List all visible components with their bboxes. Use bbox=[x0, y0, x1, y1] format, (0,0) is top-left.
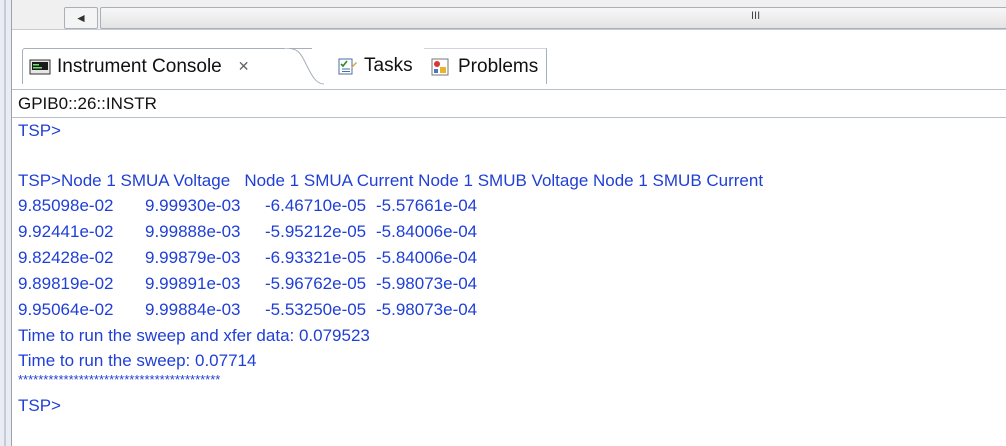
tab-tasks[interactable]: Tasks bbox=[330, 48, 413, 84]
cell-smua-voltage: 9.95064e-02 bbox=[18, 300, 114, 319]
scroll-thumb[interactable]: III bbox=[100, 7, 1006, 29]
cell-smua-current: 9.99879e-03 bbox=[145, 248, 241, 267]
console-icon bbox=[29, 59, 51, 74]
cell-smua-current: 9.99884e-03 bbox=[145, 300, 241, 319]
data-row: 9.85098e-02 9.99930e-03 -6.46710e-05 -5.… bbox=[18, 193, 1006, 219]
console-output[interactable]: TSP> TSP>Node 1 SMUA Voltage Node 1 SMUA… bbox=[12, 118, 1006, 446]
instrument-address: GPIB0::26::INSTR bbox=[12, 90, 1006, 118]
cell-smua-current: 9.99930e-03 bbox=[145, 196, 241, 215]
tab-edge bbox=[284, 48, 324, 85]
cell-smub-voltage: -5.95212e-05 bbox=[265, 222, 367, 241]
cell-smua-current: 9.99891e-03 bbox=[145, 274, 241, 293]
cell-smub-current: -5.98073e-04 bbox=[376, 274, 478, 293]
cell-smua-voltage: 9.92441e-02 bbox=[18, 222, 114, 241]
cell-smub-current: -5.98073e-04 bbox=[376, 300, 478, 319]
scroll-left-button[interactable]: ◄ bbox=[64, 7, 98, 29]
header-line: TSP>Node 1 SMUA Voltage Node 1 SMUA Curr… bbox=[18, 171, 764, 190]
tab-instrument-console[interactable]: Instrument Console ✕ bbox=[22, 48, 312, 84]
tab-tasks-label: Tasks bbox=[364, 55, 413, 76]
cell-smua-voltage: 9.85098e-02 bbox=[18, 196, 114, 215]
cell-smua-voltage: 9.82428e-02 bbox=[18, 248, 114, 267]
cell-smub-voltage: -6.46710e-05 bbox=[265, 196, 367, 215]
time-sweep-line: Time to run the sweep: 0.07714 bbox=[18, 351, 257, 370]
cell-smub-current: -5.84006e-04 bbox=[376, 222, 478, 241]
tab-problems[interactable]: Problems bbox=[424, 48, 548, 84]
cell-smub-voltage: -5.96762e-05 bbox=[265, 274, 367, 293]
problems-icon bbox=[431, 58, 449, 75]
separator-line: **************************************** bbox=[18, 372, 221, 387]
data-row: 9.95064e-02 9.99884e-03 -5.53250e-05 -5.… bbox=[18, 297, 1006, 323]
cell-smua-current: 9.99888e-03 bbox=[145, 222, 241, 241]
tab-instrument-console-label: Instrument Console bbox=[57, 55, 222, 77]
horizontal-scrollbar[interactable]: ◄ III bbox=[12, 0, 1006, 30]
cell-smub-voltage: -5.53250e-05 bbox=[265, 300, 367, 319]
window-left-frame bbox=[0, 0, 12, 446]
prompt-line: TSP> bbox=[18, 396, 61, 415]
time-xfer-line: Time to run the sweep and xfer data: 0.0… bbox=[18, 326, 370, 345]
data-row: 9.92441e-02 9.99888e-03 -5.95212e-05 -5.… bbox=[18, 219, 1006, 245]
tab-strip: Instrument Console ✕ Tasks Problems bbox=[12, 34, 1006, 90]
scroll-grip-icon: III bbox=[751, 10, 761, 22]
data-row: 9.82428e-02 9.99879e-03 -6.93321e-05 -5.… bbox=[18, 245, 1006, 271]
cell-smub-current: -5.57661e-04 bbox=[376, 196, 478, 215]
tasks-icon bbox=[338, 58, 357, 75]
prompt-line: TSP> bbox=[18, 121, 61, 140]
cell-smub-voltage: -6.93321e-05 bbox=[265, 248, 367, 267]
data-row: 9.89819e-02 9.99891e-03 -5.96762e-05 -5.… bbox=[18, 271, 1006, 297]
cell-smub-current: -5.84006e-04 bbox=[376, 248, 478, 267]
cell-smua-voltage: 9.89819e-02 bbox=[18, 274, 114, 293]
tab-problems-label: Problems bbox=[458, 55, 539, 77]
close-icon[interactable]: ✕ bbox=[238, 58, 250, 75]
